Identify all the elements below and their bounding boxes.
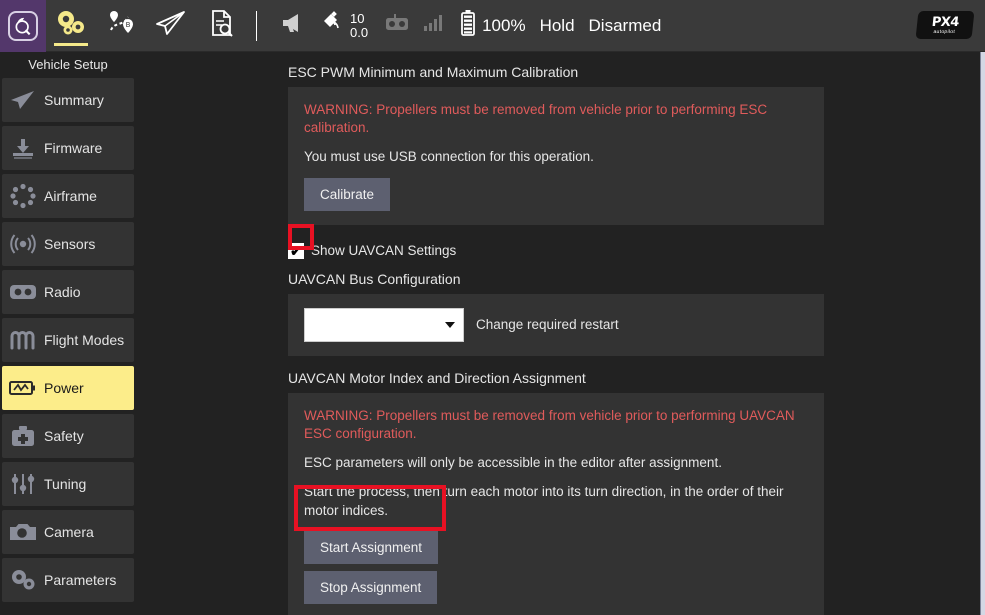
paper-plane-icon	[154, 8, 188, 43]
sidebar-item-label: Parameters	[44, 572, 116, 588]
uavcan-bus-config-title: UAVCAN Bus Configuration	[288, 271, 981, 287]
checkmark-icon: ✔	[290, 244, 302, 258]
flight-mode-label[interactable]: Hold	[540, 16, 575, 36]
show-uavcan-settings-label: Show UAVCAN Settings	[311, 243, 456, 258]
toolbar-button-vehicle-setup[interactable]	[46, 0, 96, 52]
esc-calibration-warning: WARNING: Propellers must be removed from…	[304, 101, 808, 137]
esc-calibration-title: ESC PWM Minimum and Maximum Calibration	[288, 64, 981, 80]
uavcan-bus-select[interactable]	[304, 308, 464, 342]
sidebar-item-power[interactable]: Power	[2, 366, 134, 410]
uavcan-bus-restart-note: Change required restart	[476, 317, 619, 332]
battery-icon[interactable]	[460, 10, 476, 41]
sidebar-item-label: Radio	[44, 284, 81, 300]
calibrate-button[interactable]: Calibrate	[304, 178, 390, 211]
parameters-gears-icon	[2, 568, 44, 592]
uavcan-bus-config-panel: Change required restart	[288, 294, 824, 356]
px4-logo-line1: PX4	[931, 16, 959, 29]
sidebar-item-tuning[interactable]: Tuning	[2, 462, 134, 506]
sidebar-item-sensors[interactable]: Sensors	[2, 222, 134, 266]
chevron-down-icon	[445, 322, 455, 328]
sidebar-item-label: Camera	[44, 524, 94, 540]
top-toolbar: B	[0, 0, 985, 52]
camera-icon	[2, 521, 44, 543]
px4-logo-line2: autopilot	[933, 30, 955, 35]
signal-bars-icon[interactable]	[422, 13, 444, 38]
sidebar-item-label: Power	[44, 380, 84, 396]
gears-icon	[54, 8, 88, 43]
sidebar-item-label: Summary	[44, 92, 104, 108]
sidebar-title: Vehicle Setup	[0, 52, 136, 78]
stop-assignment-button[interactable]: Stop Assignment	[304, 571, 437, 604]
sidebar-item-parameters[interactable]: Parameters	[2, 558, 134, 602]
arm-state-label[interactable]: Disarmed	[589, 16, 662, 36]
sidebar-item-firmware[interactable]: Firmware	[2, 126, 134, 170]
esc-calibration-note: You must use USB connection for this ope…	[304, 148, 808, 166]
sidebar-item-camera[interactable]: Camera	[2, 510, 134, 554]
sidebar-item-label: Safety	[44, 428, 84, 444]
sidebar-item-radio[interactable]: Radio	[2, 270, 134, 314]
motor-assignment-warning: WARNING: Propellers must be removed from…	[304, 407, 808, 443]
toolbar-button-analyze[interactable]	[196, 0, 246, 52]
svg-text:B: B	[126, 21, 131, 29]
toolbar-button-fly-view[interactable]	[146, 0, 196, 52]
qgc-logo-button[interactable]	[0, 0, 46, 52]
px4-autopilot-logo: PX4 autopilot	[916, 11, 975, 39]
setup-content-pane: ESC PWM Minimum and Maximum Calibration …	[136, 52, 981, 615]
gps-readout: 10 0.0	[350, 12, 368, 39]
sidebar-item-label: Tuning	[44, 476, 86, 492]
sidebar-item-label: Airframe	[44, 188, 97, 204]
firmware-download-icon	[2, 136, 44, 160]
show-uavcan-settings-checkbox[interactable]: ✔	[288, 243, 304, 259]
gps-satellite-count: 10	[350, 12, 368, 26]
sidebar-item-label: Firmware	[44, 140, 102, 156]
motor-assignment-note1: ESC parameters will only be accessible i…	[304, 454, 808, 472]
uavcan-motor-assignment-title: UAVCAN Motor Index and Direction Assignm…	[288, 370, 981, 386]
rc-transmitter-icon[interactable]	[384, 13, 410, 38]
esc-calibration-panel: WARNING: Propellers must be removed from…	[288, 87, 824, 225]
motor-assignment-note2: Start the process, then turn each motor …	[304, 483, 808, 519]
uavcan-motor-assignment-panel: WARNING: Propellers must be removed from…	[288, 393, 824, 615]
sidebar-item-safety[interactable]: Safety	[2, 414, 134, 458]
qgroundcontrol-window: B	[0, 0, 985, 615]
radio-controller-icon	[2, 282, 44, 302]
map-waypoints-icon: B	[104, 8, 138, 43]
megaphone-icon[interactable]	[279, 11, 307, 40]
document-search-icon	[204, 8, 238, 43]
sidebar-item-summary[interactable]: Summary	[2, 78, 134, 122]
show-uavcan-settings-row[interactable]: ✔ Show UAVCAN Settings	[288, 243, 981, 259]
sidebar-item-label: Sensors	[44, 236, 95, 252]
status-indicators: 10 0.0	[271, 0, 661, 52]
tuning-sliders-icon	[2, 472, 44, 496]
sidebar-item-flight-modes[interactable]: Flight Modes	[2, 318, 134, 362]
vehicle-setup-sidebar: Vehicle Setup Summary Firmware	[0, 52, 136, 615]
safety-kit-icon	[2, 424, 44, 448]
airframe-rotors-icon	[2, 183, 44, 209]
satellite-icon[interactable]	[321, 11, 347, 40]
sensors-waves-icon	[2, 232, 44, 256]
qgc-logo-icon	[8, 11, 38, 41]
sidebar-item-label: Flight Modes	[44, 332, 124, 348]
battery-percent-label: 100%	[482, 16, 525, 36]
sidebar-item-airframe[interactable]: Airframe	[2, 174, 134, 218]
window-scroll-edge[interactable]	[981, 52, 985, 615]
toolbar-button-plan-flight[interactable]: B	[96, 0, 146, 52]
paper-plane-icon	[2, 88, 44, 112]
flight-modes-icon	[2, 329, 44, 351]
start-assignment-button[interactable]: Start Assignment	[304, 531, 438, 564]
gps-hdop-value: 0.0	[350, 26, 368, 40]
power-battery-icon	[2, 378, 44, 398]
toolbar-divider	[256, 11, 257, 41]
